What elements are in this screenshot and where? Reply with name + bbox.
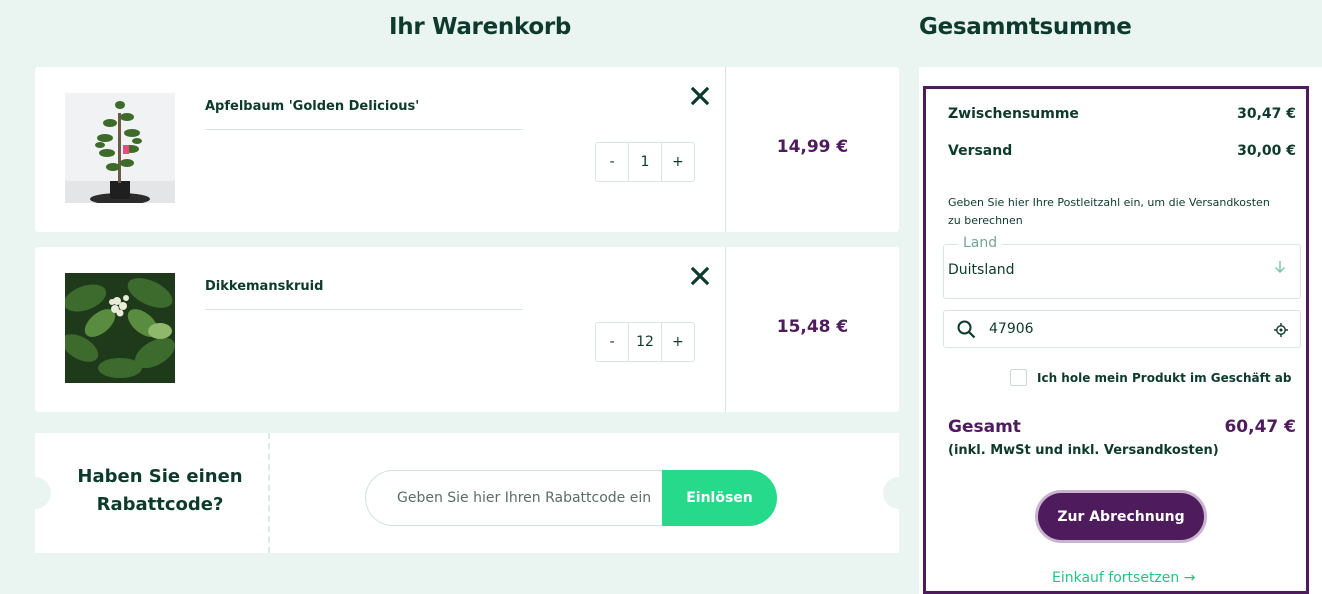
- checkout-button[interactable]: Zur Abrechnung: [1035, 490, 1207, 543]
- summary-panel: Zwischensumme 30,47 € Versand 30,00 € Ge…: [919, 67, 1322, 594]
- product-name[interactable]: Dikkemanskruid: [205, 279, 323, 294]
- country-value: Duitsland: [948, 262, 1015, 278]
- product-image-apple-tree[interactable]: [65, 93, 175, 203]
- search-icon: [957, 320, 976, 343]
- subtotal-label: Zwischensumme: [948, 106, 1079, 122]
- locate-icon[interactable]: [1274, 322, 1288, 341]
- close-icon[interactable]: [687, 83, 713, 109]
- total-note: (inkl. MwSt und inkl. Versandkosten): [948, 443, 1219, 458]
- total-row: Gesamt 60,47 €: [948, 417, 1296, 437]
- quantity-stepper: - 12 +: [595, 322, 695, 362]
- country-label: Land: [958, 235, 1003, 251]
- postal-code-field[interactable]: 47906: [943, 310, 1301, 348]
- ticket-notch: [883, 477, 915, 509]
- cart-item: Dikkemanskruid - 12 + 15,48 €: [35, 247, 899, 412]
- item-price: 14,99 €: [776, 137, 849, 157]
- country-select[interactable]: Land Duitsland: [943, 235, 1301, 299]
- decrease-quantity-button[interactable]: -: [596, 323, 628, 361]
- coupon-input[interactable]: [365, 470, 665, 526]
- divider: [205, 129, 523, 130]
- divider: [205, 309, 523, 310]
- postal-code-value: 47906: [989, 321, 1034, 337]
- quantity-value[interactable]: 12: [628, 323, 662, 361]
- pickup-option: Ich hole mein Produkt im Geschäft ab: [1010, 369, 1291, 386]
- redeem-button[interactable]: Einlösen: [662, 470, 777, 526]
- item-price: 15,48 €: [776, 317, 849, 337]
- coupon-title: Haben Sie einen Rabattcode?: [77, 466, 243, 515]
- continue-shopping-link[interactable]: Einkauf fortsetzen →: [1052, 570, 1195, 586]
- summary-title: Gesammtsumme: [919, 14, 1132, 40]
- quantity-stepper: - 1 +: [595, 142, 695, 182]
- ticket-notch: [19, 477, 51, 509]
- pickup-label[interactable]: Ich hole mein Produkt im Geschäft ab: [1037, 371, 1291, 385]
- arrow-down-icon: [1274, 260, 1286, 278]
- subtotal-value: 30,47 €: [1237, 106, 1296, 122]
- coupon-section: Haben Sie einen Rabattcode? Einlösen: [19, 433, 915, 553]
- subtotal-row: Zwischensumme 30,47 €: [948, 106, 1296, 122]
- shipping-row: Versand 30,00 €: [948, 143, 1296, 159]
- increase-quantity-button[interactable]: +: [662, 323, 694, 361]
- decrease-quantity-button[interactable]: -: [596, 143, 628, 181]
- pickup-checkbox[interactable]: [1010, 369, 1027, 386]
- product-image-dikkemanskruid[interactable]: [65, 273, 175, 383]
- product-name[interactable]: Apfelbaum 'Golden Delicious': [205, 99, 419, 114]
- shipping-hint: Geben Sie hier Ihre Postleitzahl ein, um…: [948, 196, 1270, 227]
- quantity-value[interactable]: 1: [628, 143, 662, 181]
- close-icon[interactable]: [687, 263, 713, 289]
- shipping-value: 30,00 €: [1237, 143, 1296, 159]
- total-label: Gesamt: [948, 417, 1021, 437]
- shipping-label: Versand: [948, 143, 1013, 159]
- cart-title: Ihr Warenkorb: [389, 14, 572, 40]
- cart-item: Apfelbaum 'Golden Delicious' - 1 + 14,99…: [35, 67, 899, 232]
- divider: [268, 433, 270, 553]
- increase-quantity-button[interactable]: +: [662, 143, 694, 181]
- total-value: 60,47 €: [1224, 417, 1296, 437]
